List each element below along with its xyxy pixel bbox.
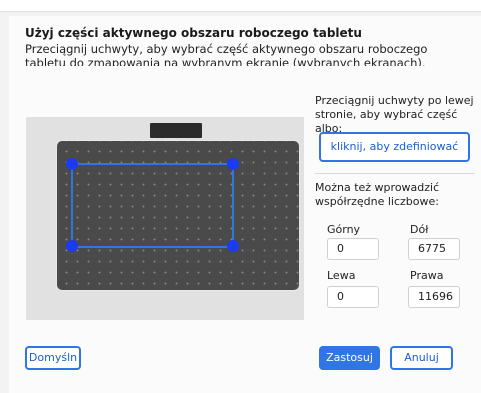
bottom-left-handle[interactable]	[66, 240, 78, 252]
apply-button[interactable]: Zastosuj	[319, 346, 380, 370]
dialog-title: Użyj części aktywnego obszaru roboczego …	[25, 26, 362, 40]
left-label: Lewa	[327, 269, 356, 282]
tablet-area-dialog: Użyj części aktywnego obszaru roboczego …	[9, 16, 481, 393]
dialog-description: Przeciągnij uchwyty, aby wybrać część ak…	[25, 42, 428, 66]
drag-instructions: Przeciągnij uchwyty po lewej stronie, ab…	[315, 94, 474, 135]
cancel-button[interactable]: Anuluj	[390, 346, 453, 370]
bottom-right-handle[interactable]	[227, 240, 239, 252]
bottom-label: Dół	[410, 223, 429, 236]
top-label: Górny	[327, 223, 361, 236]
top-field[interactable]: 0	[327, 238, 379, 260]
tablet-preview	[26, 117, 304, 320]
top-left-handle[interactable]	[66, 158, 78, 170]
right-field[interactable]: 11696	[408, 286, 460, 308]
top-right-handle[interactable]	[227, 158, 239, 170]
tablet-top-tab	[150, 123, 202, 138]
default-button[interactable]: Domyśln	[25, 346, 81, 370]
right-label: Prawa	[410, 269, 444, 282]
bottom-field[interactable]: 6775	[408, 238, 460, 260]
selected-area-rectangle[interactable]	[71, 163, 234, 248]
window-top-strip	[0, 0, 481, 12]
left-field[interactable]: 0	[327, 286, 379, 308]
tablet-active-area	[56, 140, 300, 291]
define-area-button[interactable]: kliknij, aby zdefiniować	[319, 132, 470, 162]
coords-instructions: Można też wprowadzić współrzędne liczbow…	[315, 181, 440, 208]
divider	[315, 173, 475, 174]
